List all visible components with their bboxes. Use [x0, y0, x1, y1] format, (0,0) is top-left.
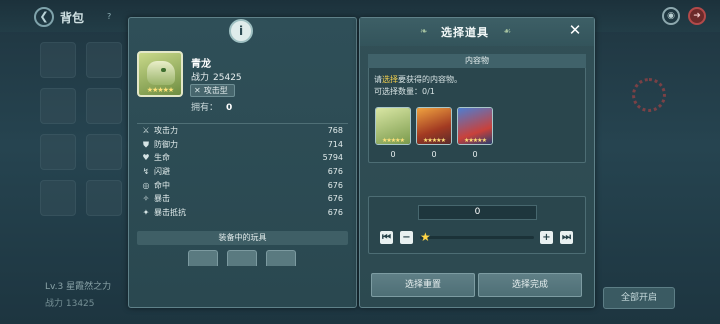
sword-icon: ⚔	[142, 126, 150, 135]
close-icon[interactable]: ✕	[567, 22, 583, 38]
owned-label: 拥有：	[191, 103, 219, 113]
type-label: 攻击型	[203, 86, 228, 95]
select-hint: 请选择要获得的内容物。	[374, 74, 462, 85]
increase-button[interactable]: +	[540, 231, 553, 244]
leaf-decoration-icon: ❧	[420, 27, 428, 37]
item-count: 0	[472, 150, 478, 159]
pet-name: 青龙	[191, 59, 211, 70]
shield-icon: ⛊	[143, 139, 149, 149]
background-bottom-power: 战力 13425	[45, 299, 95, 309]
background-title: 背包	[60, 11, 85, 25]
background-ring-icon	[632, 78, 666, 112]
stat-row: ✧ 暴击 676	[137, 192, 348, 206]
pet-portrait: ★★★★★	[137, 51, 183, 97]
pet-type-badge: ✕ 攻击型	[190, 84, 235, 97]
stat-row: ⛊ 防御力 714	[137, 138, 348, 152]
back-arrow-icon[interactable]: ❮	[34, 7, 54, 27]
stat-value: 676	[327, 208, 343, 218]
heart-icon: ♥	[142, 153, 150, 163]
stat-row: ◎ 命中 676	[137, 179, 348, 193]
green-dragon-item[interactable]: ★★★★★	[375, 107, 411, 145]
star-rating-icon: ★★★★★	[382, 137, 405, 144]
background-bottom-label: Lv.3 星霞然之力	[45, 282, 112, 292]
equip-slot[interactable]	[227, 250, 257, 266]
stats-list: ⚔ 攻击力 768 ⛊ 防御力 714 ♥ 生命 5794 ↯ 闪避 676 ◎…	[137, 124, 348, 220]
reset-selection-button[interactable]: 选择重置	[371, 273, 475, 297]
blue-wolf-item[interactable]: ★★★★★	[457, 107, 493, 145]
stat-value: 676	[327, 180, 343, 190]
star-rating-icon: ★★★★★	[464, 137, 487, 144]
selectable-count: 可选择数量：0/1	[374, 86, 435, 97]
stat-row: ↯ 闪避 676	[137, 165, 348, 179]
stat-value: 676	[327, 194, 343, 204]
currency-icon[interactable]: ◉	[662, 7, 680, 25]
stat-label: 命中	[154, 180, 170, 190]
decrease-button[interactable]: −	[400, 231, 413, 244]
item-count: 0	[390, 150, 396, 159]
crit-icon: ✧	[142, 194, 150, 204]
quantity-display: 0	[418, 205, 537, 220]
stat-row: ♥ 生命 5794	[137, 151, 348, 165]
power-value: 25425	[213, 73, 242, 83]
stat-label: 暴击抵抗	[154, 208, 186, 218]
dodge-icon: ↯	[142, 167, 150, 177]
contents-header: 内容物	[368, 54, 586, 68]
crit-resist-icon: ✦	[142, 208, 150, 218]
stat-label: 闪避	[154, 167, 170, 177]
max-quantity-button[interactable]: ⏭	[560, 231, 573, 244]
stat-row: ⚔ 攻击力 768	[137, 124, 348, 138]
background-top-icons: ◉ ➜	[662, 7, 706, 25]
equip-slot[interactable]	[266, 250, 296, 266]
open-all-button[interactable]: 全部开启	[603, 287, 675, 309]
selectable-value: 0/1	[422, 87, 435, 96]
fire-beast-item[interactable]: ★★★★★	[416, 107, 452, 145]
stat-label: 生命	[154, 153, 170, 163]
stat-value: 714	[327, 139, 343, 149]
help-icon[interactable]: ?	[107, 12, 111, 21]
hint-prefix: 请	[374, 75, 382, 84]
stat-row: ✦ 暴击抵抗 676	[137, 206, 348, 220]
pet-power: 战力 25425	[191, 70, 242, 83]
stat-value: 768	[327, 126, 343, 135]
hint-suffix: 要获得的内容物。	[398, 75, 462, 84]
quantity-slider[interactable]	[420, 236, 534, 239]
stat-label: 防御力	[154, 139, 178, 149]
crossed-swords-icon: ✕	[194, 86, 201, 95]
exit-icon[interactable]: ➜	[688, 7, 706, 25]
leaf-decoration-icon: ☙	[503, 27, 512, 37]
hint-highlight: 选择	[382, 75, 398, 84]
target-icon: ◎	[142, 180, 150, 190]
star-rating-icon: ★★★★★	[423, 137, 446, 144]
confirm-selection-button[interactable]: 选择完成	[478, 273, 582, 297]
select-panel-title: 选择道具	[441, 26, 489, 39]
star-rating-icon: ★★★★★	[146, 86, 174, 94]
min-quantity-button[interactable]: ⏮	[380, 231, 393, 244]
stat-label: 攻击力	[154, 126, 178, 135]
info-icon[interactable]: i	[229, 19, 253, 43]
owned-value: 0	[226, 103, 233, 113]
background-item-grid	[40, 42, 132, 262]
stat-value: 676	[327, 167, 343, 177]
pet-owned: 拥有： 0	[191, 100, 232, 113]
power-label: 战力	[191, 73, 210, 83]
selectable-label: 可选择数量：	[374, 87, 422, 96]
equip-slot[interactable]	[188, 250, 218, 266]
stat-value: 5794	[322, 153, 343, 163]
stat-label: 暴击	[154, 194, 170, 204]
slider-star-handle-icon[interactable]: ★	[420, 230, 431, 244]
equipped-toys-header: 装备中的玩具	[137, 231, 348, 245]
item-count: 0	[431, 150, 437, 159]
